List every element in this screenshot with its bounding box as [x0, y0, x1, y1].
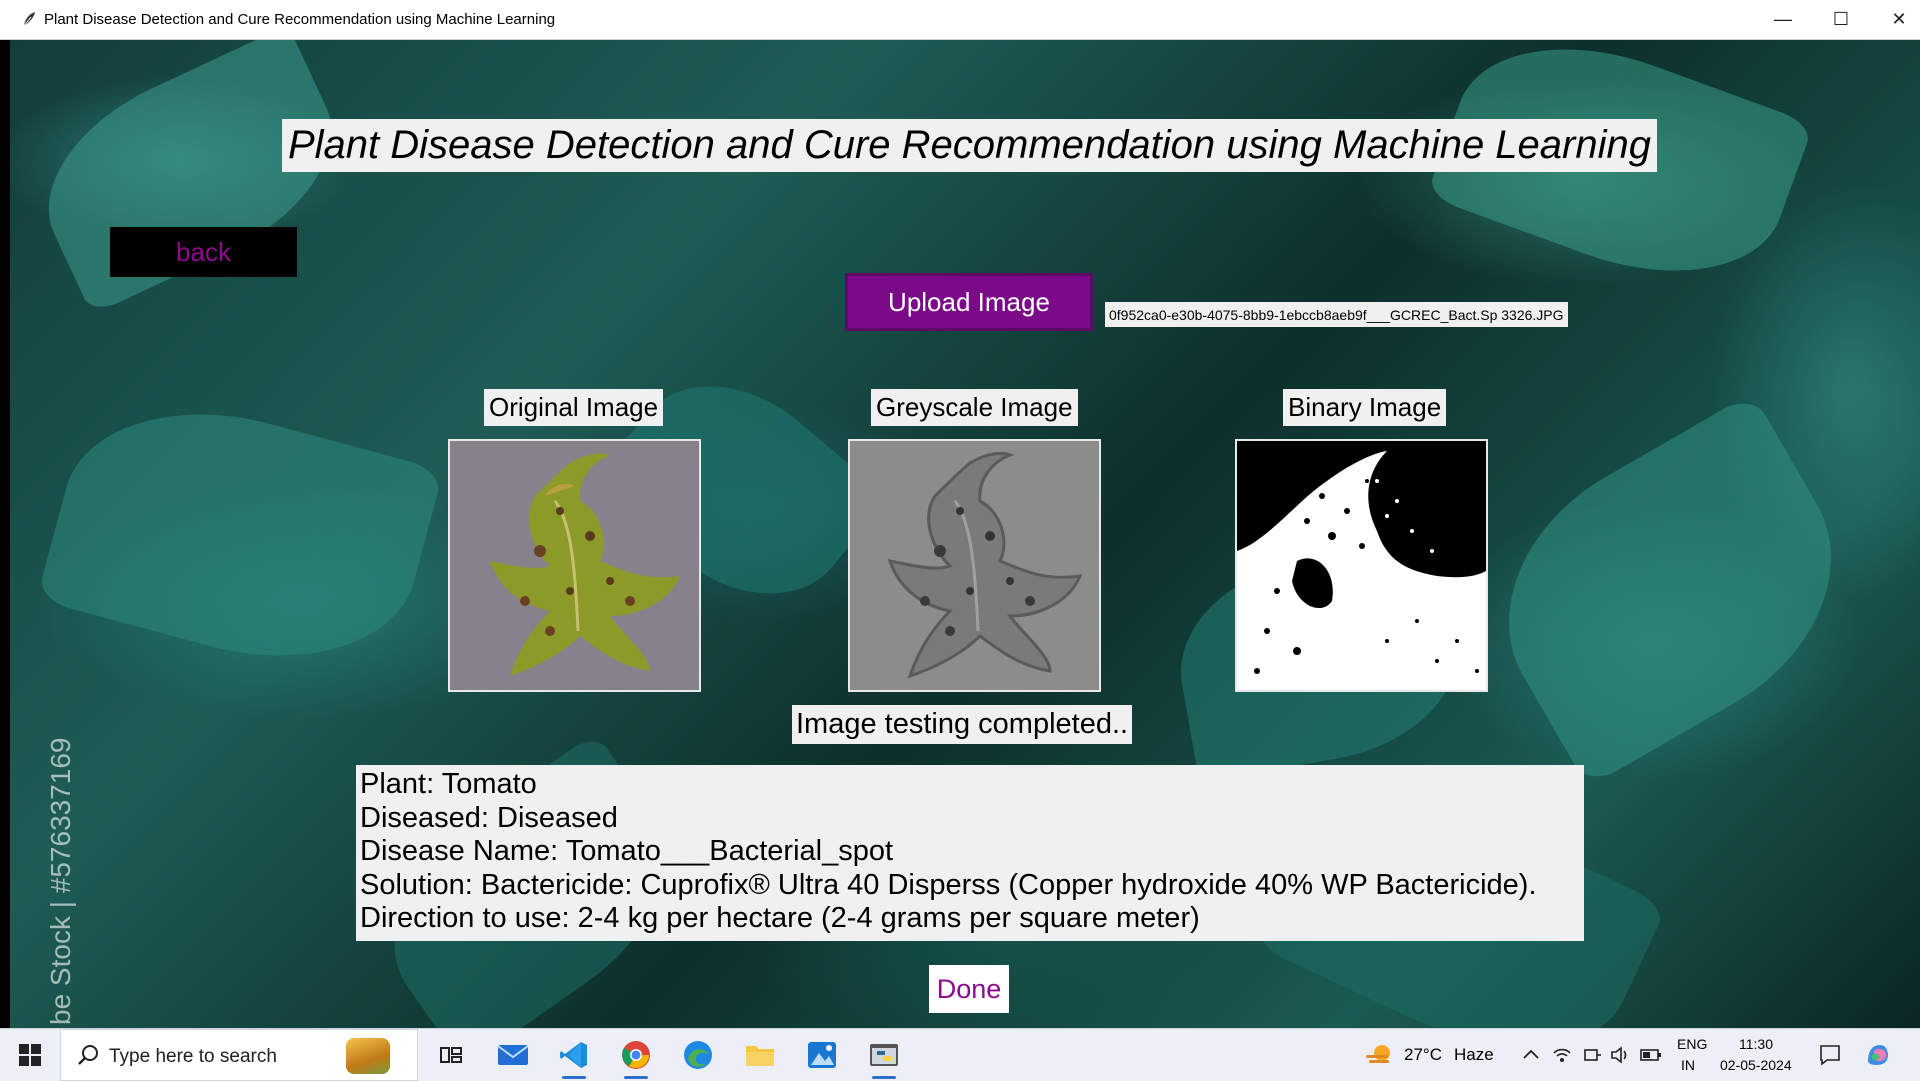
minimize-button[interactable]: — [1754, 0, 1812, 39]
back-button[interactable]: back [110, 227, 297, 277]
window-titlebar: Plant Disease Detection and Cure Recomme… [0, 0, 1920, 40]
leaf-binary-image [1237, 441, 1486, 690]
edge-icon[interactable] [674, 1035, 722, 1075]
weather-temp[interactable]: 27°C [1404, 1045, 1442, 1065]
result-disease-name: Disease Name: Tomato___Bacterial_spot [360, 835, 894, 868]
device-icon[interactable] [1582, 1045, 1602, 1065]
weather-haze-icon [1366, 1045, 1390, 1063]
original-image [448, 439, 701, 692]
chrome-icon[interactable] [612, 1035, 660, 1079]
close-icon: ✕ [1891, 9, 1907, 29]
leaf-decoration [1426, 40, 1814, 313]
start-button[interactable] [0, 1029, 60, 1081]
greyscale-image-label: Greyscale Image [871, 389, 1078, 426]
search-placeholder: Type here to search [109, 1046, 277, 1067]
copilot-icon[interactable] [1864, 1041, 1892, 1069]
binary-image [1235, 439, 1488, 692]
done-button[interactable]: Done [929, 965, 1009, 1013]
result-solution: Solution: Bactericide: Cuprofix® Ultra 4… [360, 868, 1537, 901]
photos-icon[interactable] [798, 1035, 846, 1075]
task-view-icon[interactable] [427, 1035, 475, 1075]
leaf-decoration [36, 377, 444, 693]
uploaded-filename: 0f952ca0-e30b-4075-8bb9-1ebccb8aeb9f___G… [1105, 302, 1568, 327]
chevron-up-icon[interactable] [1522, 1047, 1540, 1061]
clock-time[interactable]: 11:30 [1739, 1036, 1773, 1052]
status-message: Image testing completed.. [792, 705, 1133, 744]
region-code[interactable]: IN [1681, 1057, 1695, 1073]
leaf-decoration [1457, 392, 1883, 788]
language-code[interactable]: ENG [1677, 1036, 1707, 1052]
weather-condition[interactable]: Haze [1454, 1045, 1494, 1065]
search-icon [78, 1045, 98, 1065]
window-title: Plant Disease Detection and Cure Recomme… [44, 11, 556, 28]
leaf-original-image [450, 441, 699, 690]
binary-image-label: Binary Image [1283, 389, 1447, 426]
volume-icon[interactable] [1610, 1045, 1632, 1065]
vscode-icon[interactable] [550, 1035, 598, 1079]
maximize-icon: ☐ [1832, 9, 1850, 29]
page-title: Plant Disease Detection and Cure Recomme… [282, 119, 1657, 172]
maximize-button[interactable]: ☐ [1812, 0, 1870, 39]
stock-watermark: be Stock | #576337169 [45, 737, 76, 1025]
mail-icon[interactable] [489, 1035, 537, 1075]
upload-image-button[interactable]: Upload Image [845, 273, 1093, 331]
close-button[interactable]: ✕ [1870, 0, 1920, 39]
greyscale-image [848, 439, 1101, 692]
battery-icon[interactable] [1640, 1047, 1662, 1063]
feather-icon [23, 12, 35, 27]
result-direction: Direction to use: 2-4 kg per hectare (2-… [360, 902, 1200, 935]
left-edge-strip [0, 40, 10, 1028]
result-panel: Plant: Tomato Diseased: Diseased Disease… [356, 765, 1584, 941]
result-diseased: Diseased: Diseased [360, 801, 618, 834]
result-plant: Plant: Tomato [360, 768, 537, 800]
notifications-icon[interactable] [1818, 1043, 1842, 1067]
network-icon[interactable] [1552, 1045, 1572, 1065]
leaf-greyscale-image [850, 441, 1099, 690]
taskbar-search[interactable]: Type here to search [60, 1029, 418, 1081]
file-explorer-icon[interactable] [736, 1035, 784, 1075]
minimize-icon: — [1774, 9, 1792, 29]
search-highlight-icon [346, 1038, 390, 1074]
original-image-label: Original Image [484, 389, 664, 426]
windows-icon [19, 1044, 41, 1066]
python-app-icon[interactable] [860, 1035, 908, 1079]
clock-date[interactable]: 02-05-2024 [1720, 1057, 1792, 1073]
taskbar: Type here to search 27°C Haze ENG IN 11:… [0, 1028, 1920, 1081]
